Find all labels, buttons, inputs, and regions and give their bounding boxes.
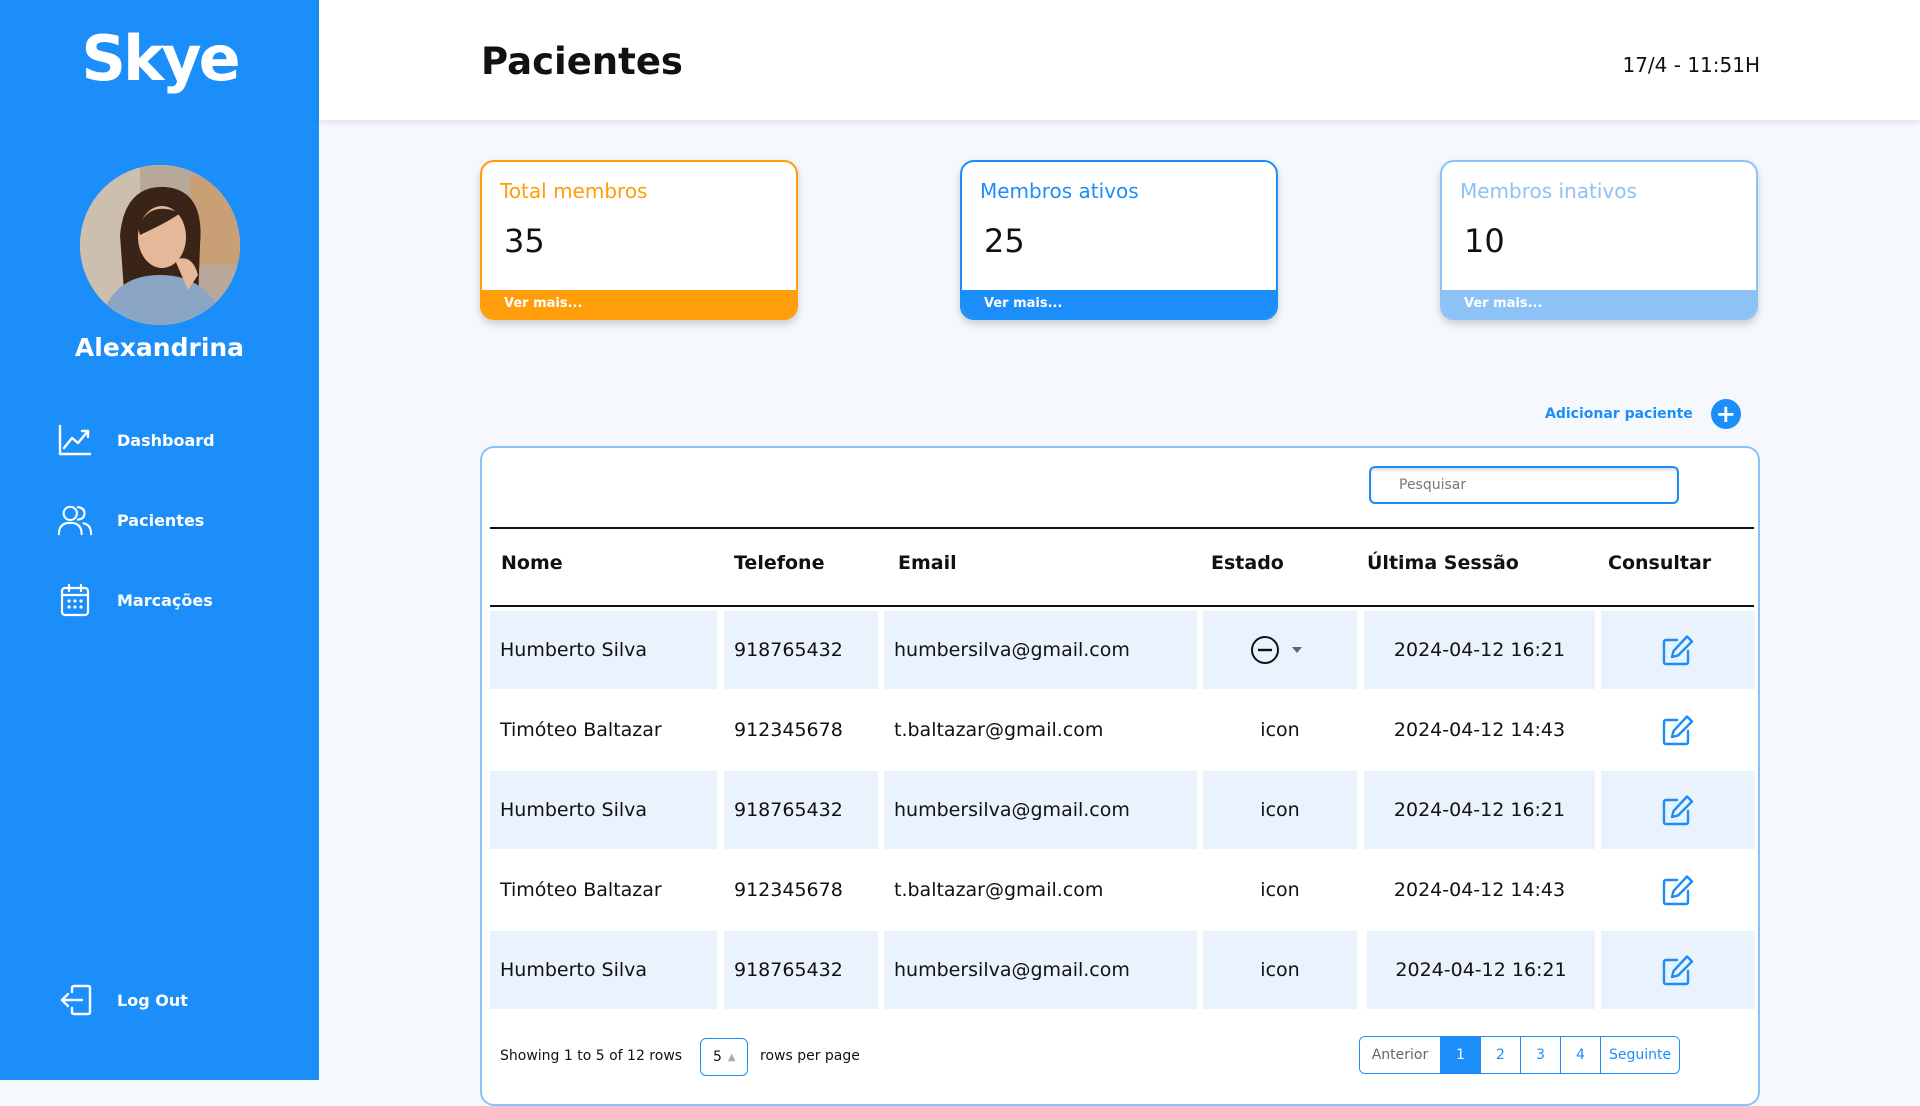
cell-nome: Humberto Silva xyxy=(490,771,717,849)
sidebar: Skye Alexandrina Dashboard Pacientes Mar… xyxy=(0,0,319,1080)
cell-telefone: 912345678 xyxy=(734,879,843,901)
cell-ultima-sessao: 2024-04-12 14:43 xyxy=(1393,879,1566,901)
cell-telefone: 918765432 xyxy=(724,771,878,849)
cell-ultima-sessao: 2024-04-12 16:21 xyxy=(1367,931,1595,1009)
cell-nome: Humberto Silva xyxy=(490,611,717,689)
column-header-telefone: Telefone xyxy=(734,552,825,574)
column-header-ultima-sessao: Última Sessão xyxy=(1367,552,1519,574)
cell-consultar xyxy=(1601,691,1755,769)
cell-estado[interactable] xyxy=(1203,611,1357,689)
search-input[interactable] xyxy=(1369,466,1679,504)
logout-button[interactable]: Log Out xyxy=(57,980,188,1020)
cell-ultima-sessao: 2024-04-12 14:43 xyxy=(1393,719,1566,741)
cell-email: humbersilva@gmail.com xyxy=(884,931,1197,1009)
logout-label: Log Out xyxy=(117,990,188,1010)
rows-per-page-label: rows per page xyxy=(760,1048,860,1064)
cell-telefone: 918765432 xyxy=(724,931,878,1009)
calendar-icon xyxy=(57,582,93,618)
cell-ultima-sessao: 2024-04-12 16:21 xyxy=(1364,771,1595,849)
edit-icon[interactable] xyxy=(1661,874,1695,906)
pagination-page-3[interactable]: 3 xyxy=(1520,1037,1560,1073)
plus-icon: + xyxy=(1710,399,1741,429)
table-divider xyxy=(490,605,1754,607)
cell-estado: icon xyxy=(1260,879,1300,901)
edit-icon[interactable] xyxy=(1661,634,1695,666)
datetime: 17/4 - 11:51H xyxy=(1622,53,1760,77)
card-ver-mais-link[interactable]: Ver mais... xyxy=(482,290,796,318)
pagination: Anterior 1 2 3 4 Seguinte xyxy=(1359,1036,1680,1074)
sidebar-item-label: Dashboard xyxy=(117,430,215,450)
card-value: 35 xyxy=(504,222,545,260)
cell-nome: Timóteo Baltazar xyxy=(500,879,662,901)
cell-consultar xyxy=(1601,771,1755,849)
card-value: 25 xyxy=(984,222,1025,260)
cell-email: t.baltazar@gmail.com xyxy=(894,879,1104,901)
column-header-consultar: Consultar xyxy=(1608,552,1712,574)
username: Alexandrina xyxy=(74,333,245,362)
add-patient-button[interactable]: Adicionar paciente + xyxy=(1545,398,1741,430)
cell-email: humbersilva@gmail.com xyxy=(884,611,1197,689)
card-membros-inativos: Membros inativos 10 Ver mais... xyxy=(1440,160,1758,320)
rows-per-page-value: 5 xyxy=(713,1049,722,1065)
cell-nome: Timóteo Baltazar xyxy=(500,719,662,741)
sidebar-item-marcacoes[interactable]: Marcações xyxy=(57,580,213,620)
card-ver-mais-link[interactable]: Ver mais... xyxy=(1442,290,1756,318)
card-title: Membros ativos xyxy=(980,179,1139,203)
cell-email: humbersilva@gmail.com xyxy=(884,771,1197,849)
card-title: Total membros xyxy=(500,179,648,203)
column-header-nome: Nome xyxy=(501,552,563,574)
cell-estado: icon xyxy=(1203,771,1357,849)
pagination-page-1[interactable]: 1 xyxy=(1440,1037,1480,1073)
sidebar-item-pacientes[interactable]: Pacientes xyxy=(57,500,204,540)
card-membros-ativos: Membros ativos 25 Ver mais... xyxy=(960,160,1278,320)
sidebar-item-label: Marcações xyxy=(117,590,213,610)
sidebar-item-label: Pacientes xyxy=(117,510,205,530)
logout-icon xyxy=(57,982,93,1018)
pagination-next-button[interactable]: Seguinte xyxy=(1600,1037,1679,1073)
cell-estado: icon xyxy=(1203,931,1357,1009)
pagination-prev-button[interactable]: Anterior xyxy=(1360,1037,1440,1073)
cell-consultar xyxy=(1601,851,1755,929)
cell-telefone: 912345678 xyxy=(734,719,843,741)
patients-table-panel: Nome Telefone Email Estado Última Sessão… xyxy=(480,446,1760,1106)
rows-per-page-select[interactable]: 5 ▲ xyxy=(700,1038,748,1076)
header: Pacientes 17/4 - 11:51H xyxy=(319,0,1920,120)
table-divider xyxy=(490,527,1754,529)
pagination-page-4[interactable]: 4 xyxy=(1560,1037,1600,1073)
page-title: Pacientes xyxy=(481,40,683,83)
cell-nome: Humberto Silva xyxy=(490,931,717,1009)
card-total-membros: Total membros 35 Ver mais... xyxy=(480,160,798,320)
cell-email: t.baltazar@gmail.com xyxy=(894,719,1104,741)
card-ver-mais-link[interactable]: Ver mais... xyxy=(962,290,1276,318)
users-icon xyxy=(57,502,93,538)
sidebar-item-dashboard[interactable]: Dashboard xyxy=(57,420,215,460)
cell-telefone: 918765432 xyxy=(724,611,878,689)
cell-estado: icon xyxy=(1260,719,1300,741)
add-patient-label: Adicionar paciente xyxy=(1545,406,1693,422)
chevron-up-icon: ▲ xyxy=(727,1051,736,1063)
avatar xyxy=(80,165,240,325)
cell-ultima-sessao: 2024-04-12 16:21 xyxy=(1364,611,1595,689)
pagination-page-2[interactable]: 2 xyxy=(1480,1037,1520,1073)
status-dropdown-icon[interactable] xyxy=(1250,635,1310,665)
cell-consultar xyxy=(1601,931,1755,1009)
column-header-estado: Estado xyxy=(1211,552,1284,574)
chart-line-icon xyxy=(57,422,93,458)
pagination-summary: Showing 1 to 5 of 12 rows xyxy=(500,1048,683,1064)
edit-icon[interactable] xyxy=(1661,794,1695,826)
app-logo: Skye xyxy=(81,22,240,95)
edit-icon[interactable] xyxy=(1661,714,1695,746)
edit-icon[interactable] xyxy=(1661,954,1695,986)
avatar-photo-icon xyxy=(80,165,240,325)
cell-consultar xyxy=(1601,611,1755,689)
column-header-email: Email xyxy=(898,552,957,574)
card-value: 10 xyxy=(1464,222,1505,260)
card-title: Membros inativos xyxy=(1460,179,1637,203)
